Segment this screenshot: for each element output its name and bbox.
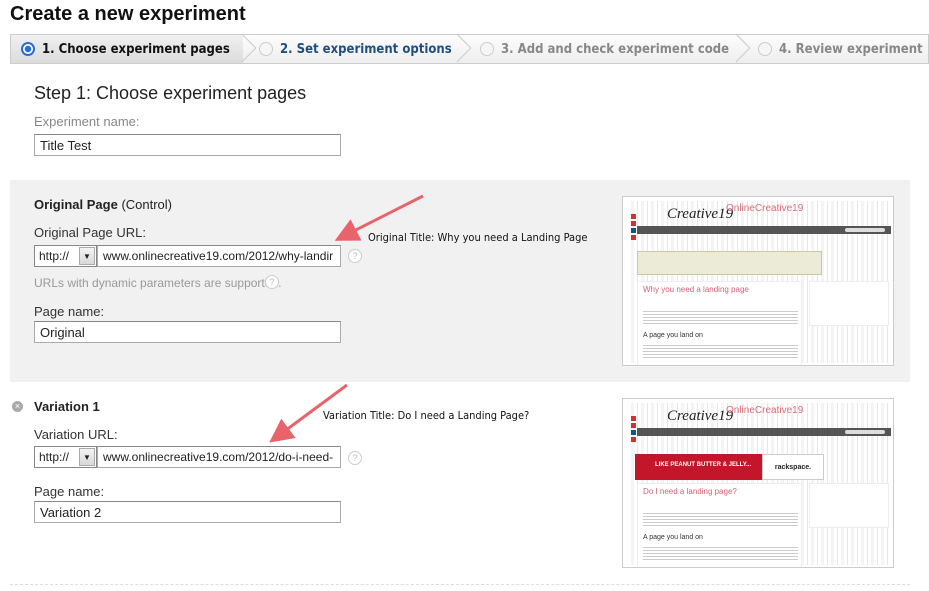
arrow-icon [334,194,424,241]
arrow-icon [269,383,348,443]
annotation-arrows [269,194,424,443]
divider [10,584,910,585]
